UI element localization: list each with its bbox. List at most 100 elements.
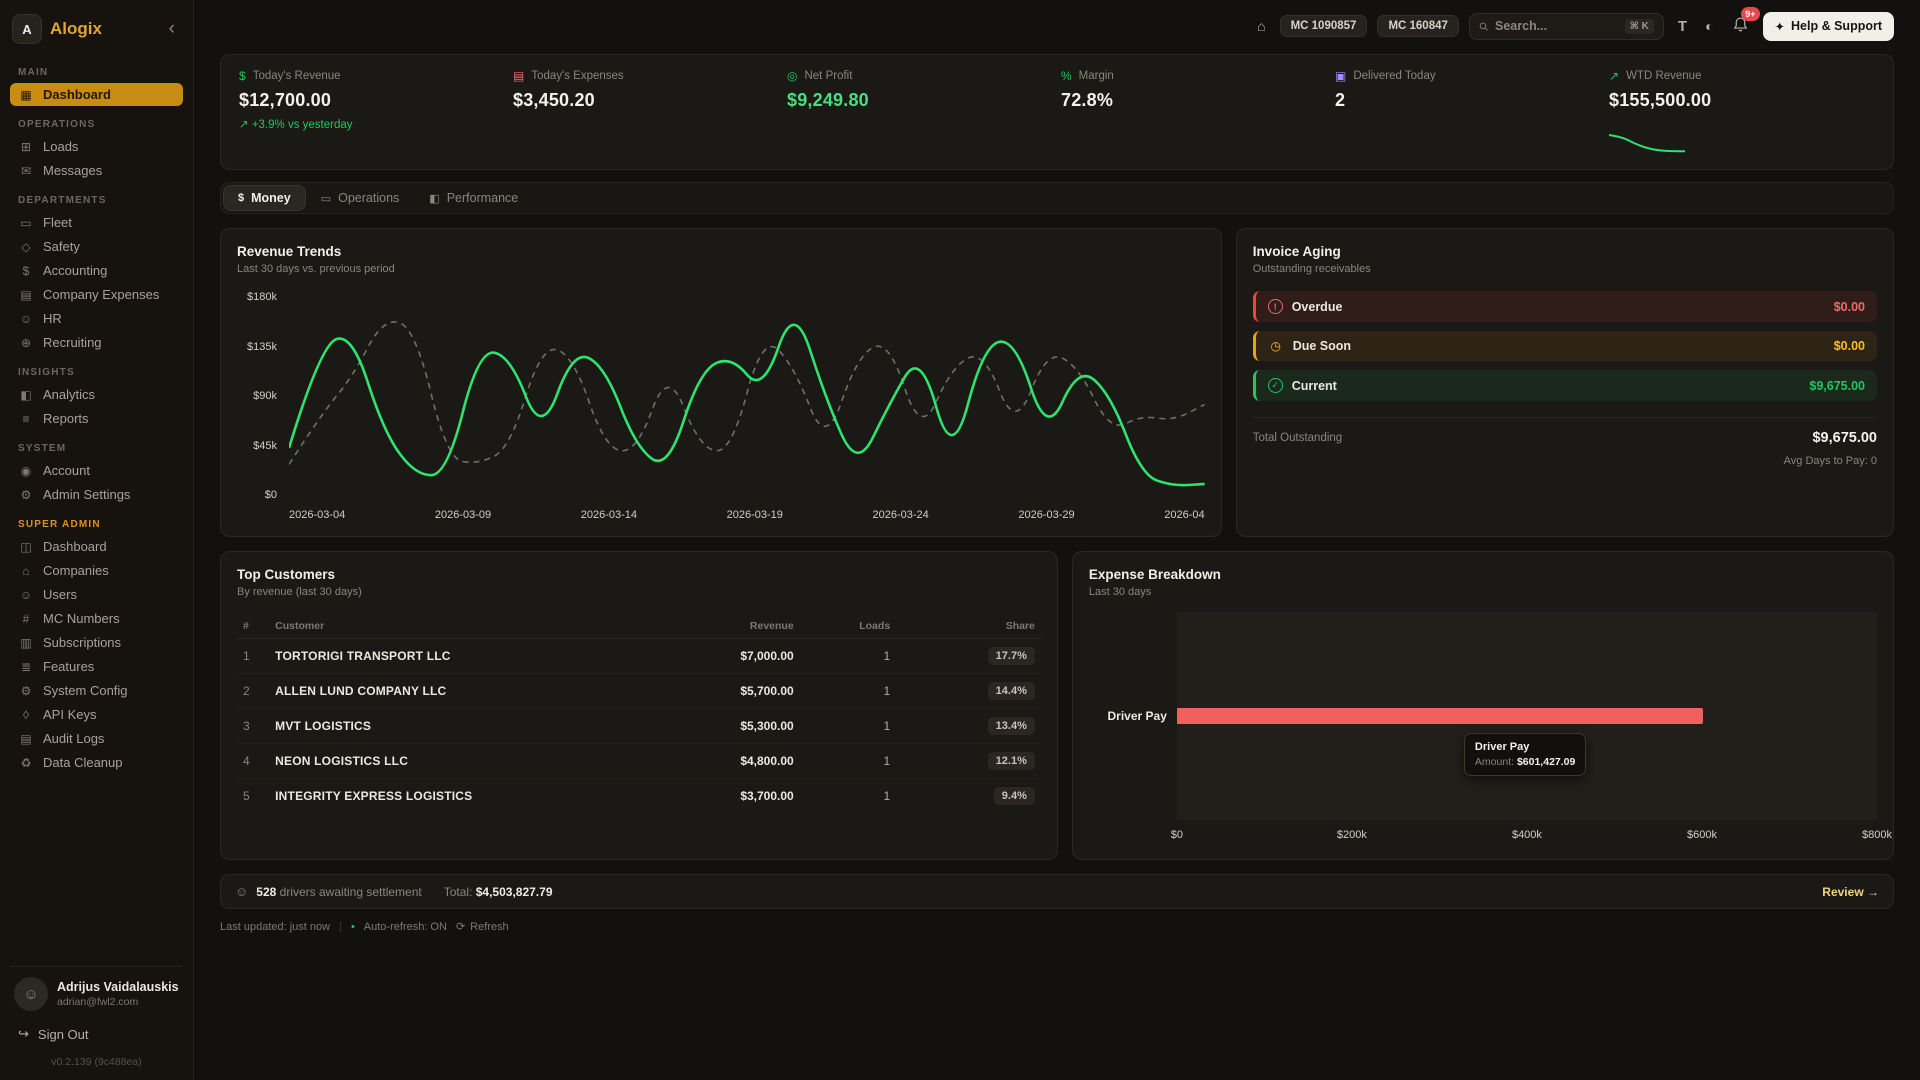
safety-icon: ◇ [18,240,34,254]
sidebar: A Alogix ‹ MAIN ▦ Dashboard OPERATIONS ⊞ [0,0,194,1080]
sidebar-item[interactable]: ≡ Reports [10,407,183,430]
building-icon[interactable]: ⌂ [1253,14,1269,38]
sidebar-item[interactable]: ◫ Dashboard [10,535,183,558]
brand-name: Alogix [50,19,155,39]
refresh-label: Refresh [470,921,509,933]
x-tick-label: 2026-03-04 [289,509,345,521]
col-num: # [237,614,269,639]
bar-category-label: Driver Pay [1089,612,1177,820]
refresh-button[interactable]: ⟳ Refresh [456,920,509,933]
aging-value: $0.00 [1834,300,1865,314]
tab[interactable]: $ Money [224,186,305,210]
x-tick-label: 2026-03-29 [1018,509,1074,521]
sidebar-item-label: System Config [43,683,128,698]
sidebar-item[interactable]: ⊕ Recruiting [10,331,183,354]
sidebar-item[interactable]: ▤ Company Expenses [10,283,183,306]
settlement-banner: ☺ 528 drivers awaiting settlement Total:… [220,874,1894,909]
x-tick-label: 2026-04 [1164,509,1204,521]
sidebar-item-label: Admin Settings [43,487,130,502]
reports-icon: ≡ [18,412,34,426]
sidebar-item[interactable]: ☺ HR [10,307,183,330]
sign-out-button[interactable]: ↪ Sign Out [10,1017,183,1044]
section-label-insights: INSIGHTS [18,367,175,378]
mc-number-badge-1[interactable]: MC 1090857 [1280,15,1368,37]
sidebar-item[interactable]: ✉ Messages [10,159,183,182]
text-size-icon[interactable]: T [1674,14,1691,39]
collapse-sidebar-icon[interactable]: ‹ [163,18,181,40]
section-label-system: SYSTEM [18,443,175,454]
clock-icon: ◷ [1268,339,1284,353]
check-circle-icon: ✓ [1268,378,1283,393]
sidebar-item[interactable]: ▭ Fleet [10,211,183,234]
mc-number-badge-2[interactable]: MC 160847 [1377,15,1458,37]
search-box[interactable]: ⌘ K [1469,13,1664,40]
sidebar-item[interactable]: ⌂ Companies [10,559,183,582]
x-tick-label: $800k [1862,829,1892,841]
search-input[interactable] [1495,19,1618,33]
table-row[interactable]: 3 MVT LOGISTICS $5,300.00 1 13.4% [237,709,1041,744]
hr-icon: ☺ [18,312,34,326]
col-loads: Loads [800,614,896,639]
system-config-icon: ⚙ [18,684,34,698]
tooltip-amount-value: $601,427.09 [1517,756,1575,768]
sidebar-item[interactable]: $ Accounting [10,259,183,282]
tab[interactable]: ◧ Performance [415,186,532,210]
operations-icon: ▭ [321,192,331,205]
sidebar-item[interactable]: ≣ Features [10,655,183,678]
row-charts: Revenue Trends Last 30 days vs. previous… [220,228,1894,537]
kpi-card: % Margin 72.8% [1061,69,1327,155]
kpi-card: ↗ WTD Revenue $155,500.00 [1609,69,1875,155]
customer-rank: 2 [237,674,269,709]
sidebar-item[interactable]: ◉ Account [10,459,183,482]
sidebar-item[interactable]: ◇ Safety [10,235,183,258]
kpi-value: $9,249.80 [787,90,1053,111]
logo-row: A Alogix ‹ [10,10,183,54]
y-tick-label: $180k [247,291,277,303]
sidebar-item[interactable]: # MC Numbers [10,607,183,630]
user-profile[interactable]: ☺ Adrijus Vaidalauskis adrian@fwl2.com [10,966,183,1017]
users-icon: ☺ [235,884,248,899]
notification-count-badge: 9+ [1741,7,1759,21]
driver-pay-bar[interactable] [1177,708,1703,724]
sidebar-item[interactable]: ☺ Users [10,583,183,606]
kpi-card: ▣ Delivered Today 2 [1335,69,1601,155]
kpi-delta [1609,117,1875,131]
y-axis: $180k$135k$90k$45k$0 [237,291,281,501]
notifications-button[interactable]: 9+ [1728,12,1753,40]
sidebar-item[interactable]: ▤ Audit Logs [10,727,183,750]
x-tick-label: $400k [1512,829,1542,841]
tab[interactable]: ▭ Operations [307,186,414,210]
expense-x-axis: $0$200k$400k$600k$800k [1177,829,1877,844]
sign-out-icon: ↪ [18,1026,29,1042]
total-outstanding-value: $9,675.00 [1812,430,1877,446]
table-row[interactable]: 2 ALLEN LUND COMPANY LLC $5,700.00 1 14.… [237,674,1041,709]
user-email: adrian@fwl2.com [57,996,179,1008]
kpi-label: Today's Revenue [253,70,341,82]
kpi-label: Delivered Today [1353,70,1435,82]
sidebar-item[interactable]: ⊞ Loads [10,135,183,158]
help-support-button[interactable]: ✦ Help & Support [1763,12,1894,41]
recruiting-icon: ⊕ [18,336,34,350]
customer-rank: 5 [237,779,269,814]
x-tick-label: 2026-03-19 [727,509,783,521]
kpi-label: Margin [1079,70,1114,82]
sidebar-item[interactable]: ◧ Analytics [10,383,183,406]
features-icon: ≣ [18,660,34,674]
kpi-delta [1061,117,1327,131]
aging-value: $0.00 [1834,339,1865,353]
sidebar-item[interactable]: ⚙ System Config [10,679,183,702]
table-row[interactable]: 1 TORTORIGI TRANSPORT LLC $7,000.00 1 17… [237,639,1041,674]
theme-toggle-icon[interactable]: ◐ [1701,14,1717,38]
tab-label: Performance [447,191,519,205]
sidebar-item[interactable]: ◊ API Keys [10,703,183,726]
line-chart-svg [289,291,1205,501]
sidebar-item[interactable]: ▥ Subscriptions [10,631,183,654]
table-row[interactable]: 5 INTEGRITY EXPRESS LOGISTICS $3,700.00 … [237,779,1041,814]
sidebar-item[interactable]: ⚙ Admin Settings [10,483,183,506]
table-row[interactable]: 4 NEON LOGISTICS LLC $4,800.00 1 12.1% [237,744,1041,779]
sidebar-item[interactable]: ▦ Dashboard [10,83,183,106]
sidebar-item[interactable]: ♻ Data Cleanup [10,751,183,774]
data-cleanup-icon: ♻ [18,756,34,770]
review-link[interactable]: Review → [1822,885,1879,899]
customers-table: # Customer Revenue Loads Share 1 [237,614,1041,813]
